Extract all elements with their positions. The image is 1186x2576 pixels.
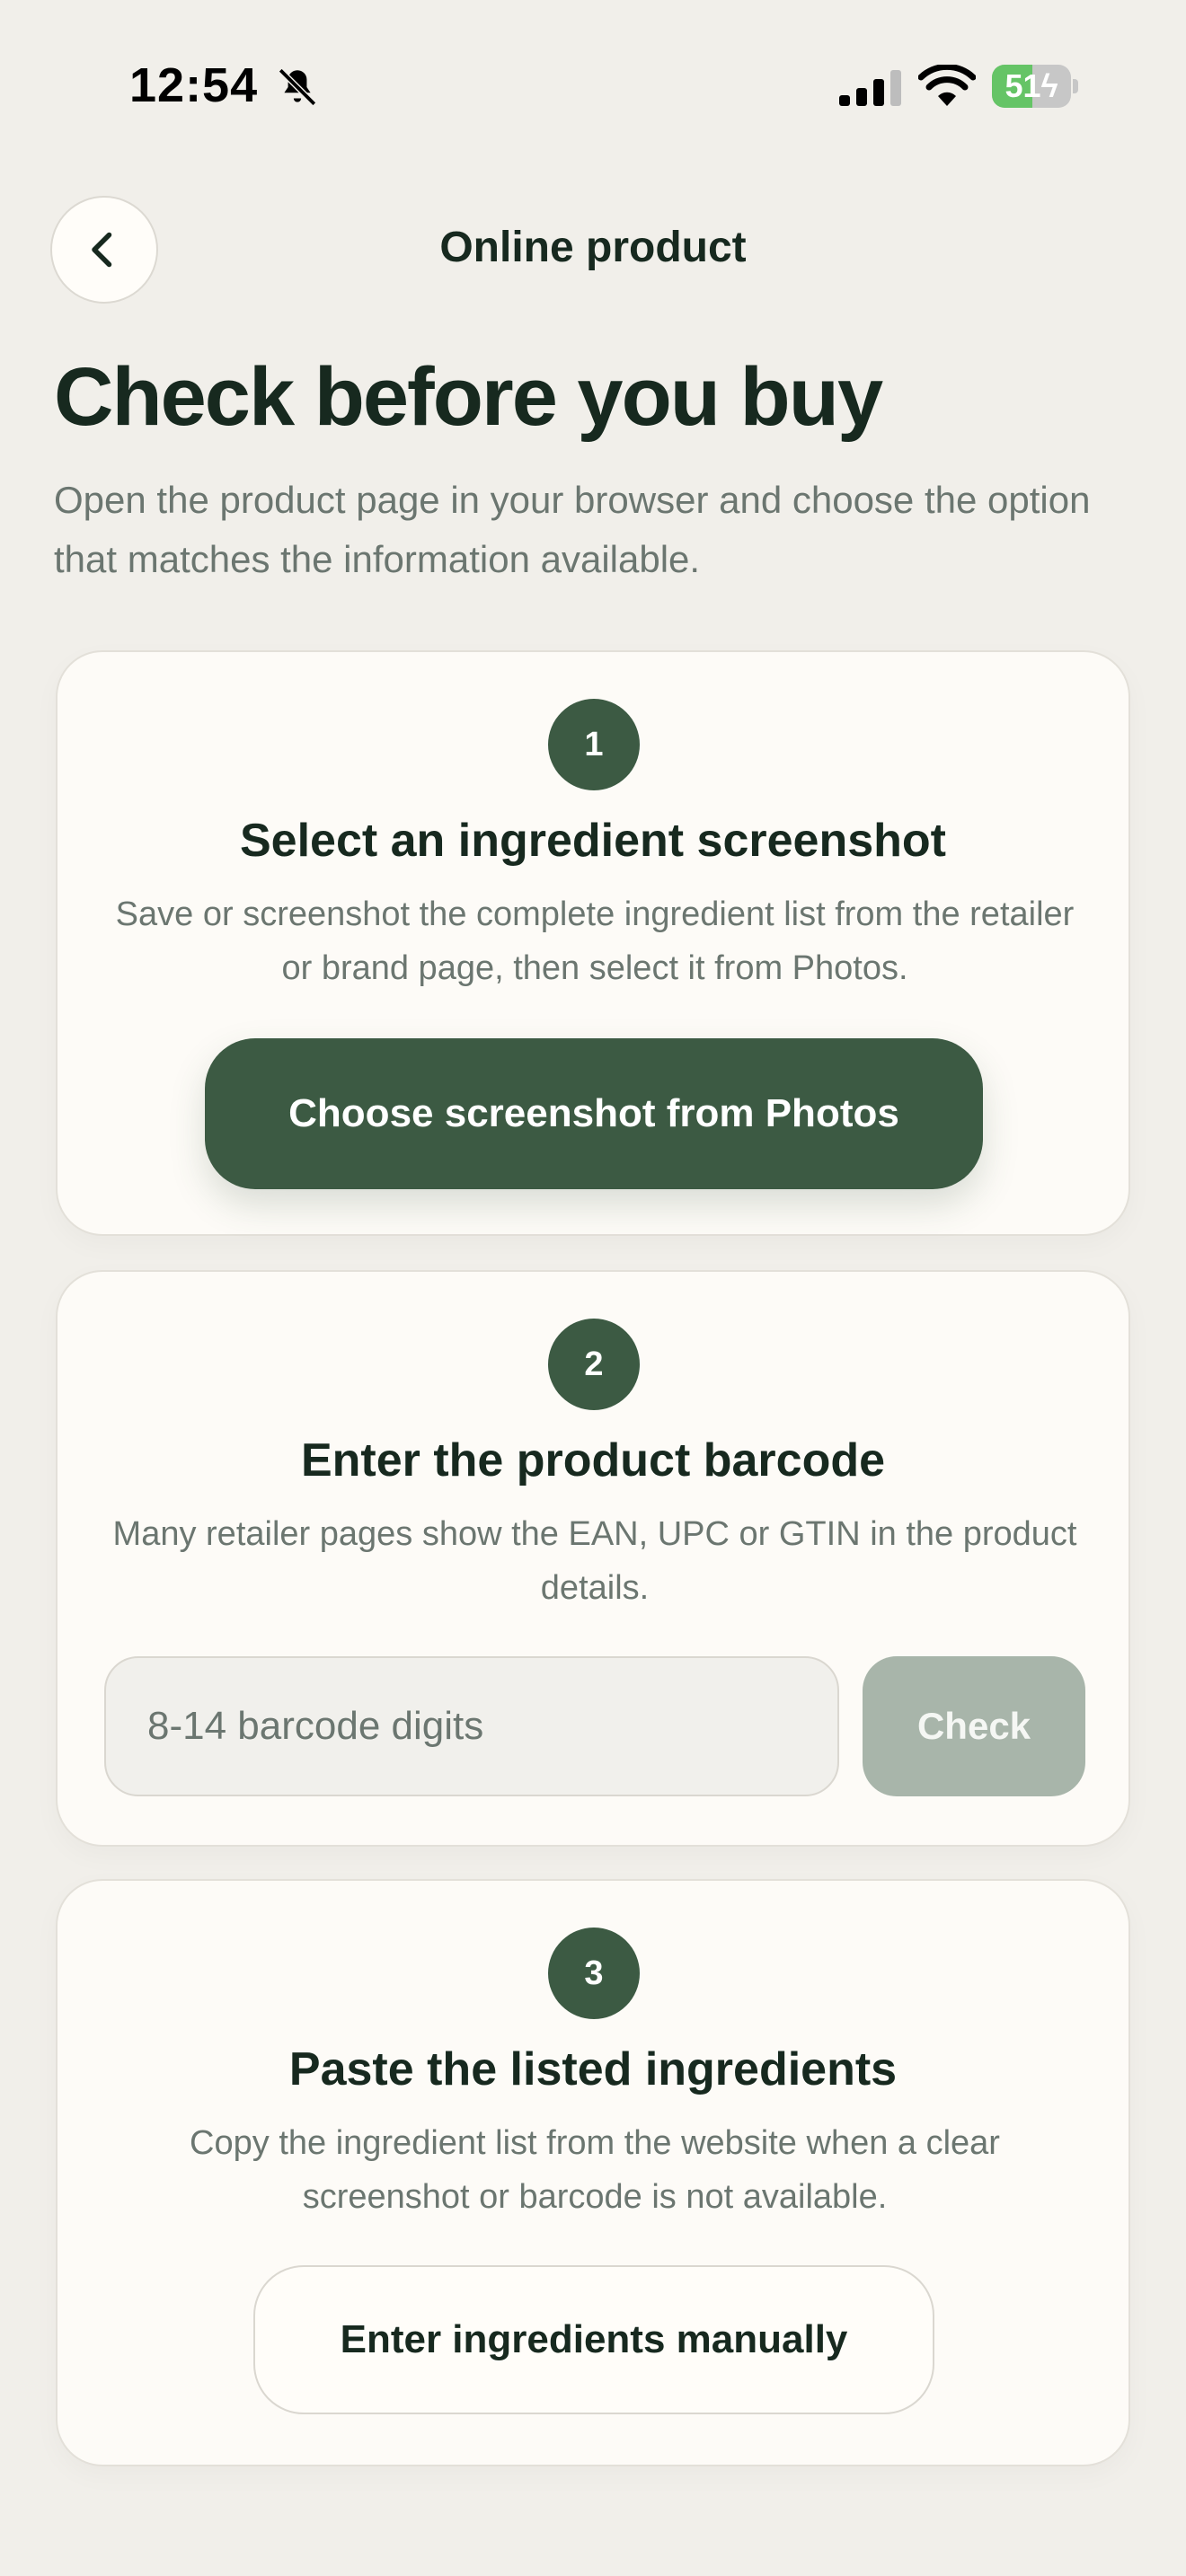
page-title: Check before you buy (54, 351, 883, 443)
status-bar: 12:54 51ϟ (0, 0, 1186, 171)
cellular-signal-icon (839, 70, 901, 106)
enter-ingredients-manually-button[interactable]: Enter ingredients manually (253, 2265, 934, 2414)
card-description: Save or screenshot the complete ingredie… (115, 895, 1075, 987)
barcode-input[interactable] (104, 1656, 839, 1796)
step-badge: 3 (548, 1928, 640, 2019)
option-card-screenshot: 1 Select an ingredient screenshot Save o… (56, 650, 1130, 1236)
card-title: Enter the product barcode (300, 1434, 886, 1486)
check-barcode-button[interactable]: Check (863, 1656, 1085, 1796)
option-card-barcode: 2 Enter the product barcode Many retaile… (56, 1270, 1130, 1847)
card-title: Select an ingredient screenshot (239, 815, 947, 867)
card-description: Many retailer pages show the EAN, UPC or… (112, 1515, 1077, 1607)
page-subtitle: Open the product page in your browser an… (54, 479, 1091, 580)
charging-bolt-icon: ϟ (1040, 67, 1058, 104)
step-badge: 2 (548, 1319, 640, 1410)
battery-percent: 51 (1005, 67, 1041, 104)
wifi-icon (918, 65, 976, 106)
card-description: Copy the ingredient list from the websit… (190, 2124, 1000, 2216)
header-title: Online product (439, 224, 747, 271)
status-time: 12:54 (129, 58, 259, 112)
battery-level: 51ϟ (992, 65, 1071, 108)
battery-charging-icon: 51ϟ (992, 65, 1078, 108)
choose-screenshot-button[interactable]: Choose screenshot from Photos (205, 1038, 983, 1189)
card-title: Paste the listed ingredients (288, 2043, 898, 2095)
bell-slash-icon (278, 67, 317, 107)
option-card-manual: 3 Paste the listed ingredients Copy the … (56, 1879, 1130, 2466)
battery-body: 51ϟ (992, 65, 1071, 108)
battery-cap (1073, 79, 1078, 93)
step-badge: 1 (548, 699, 640, 790)
